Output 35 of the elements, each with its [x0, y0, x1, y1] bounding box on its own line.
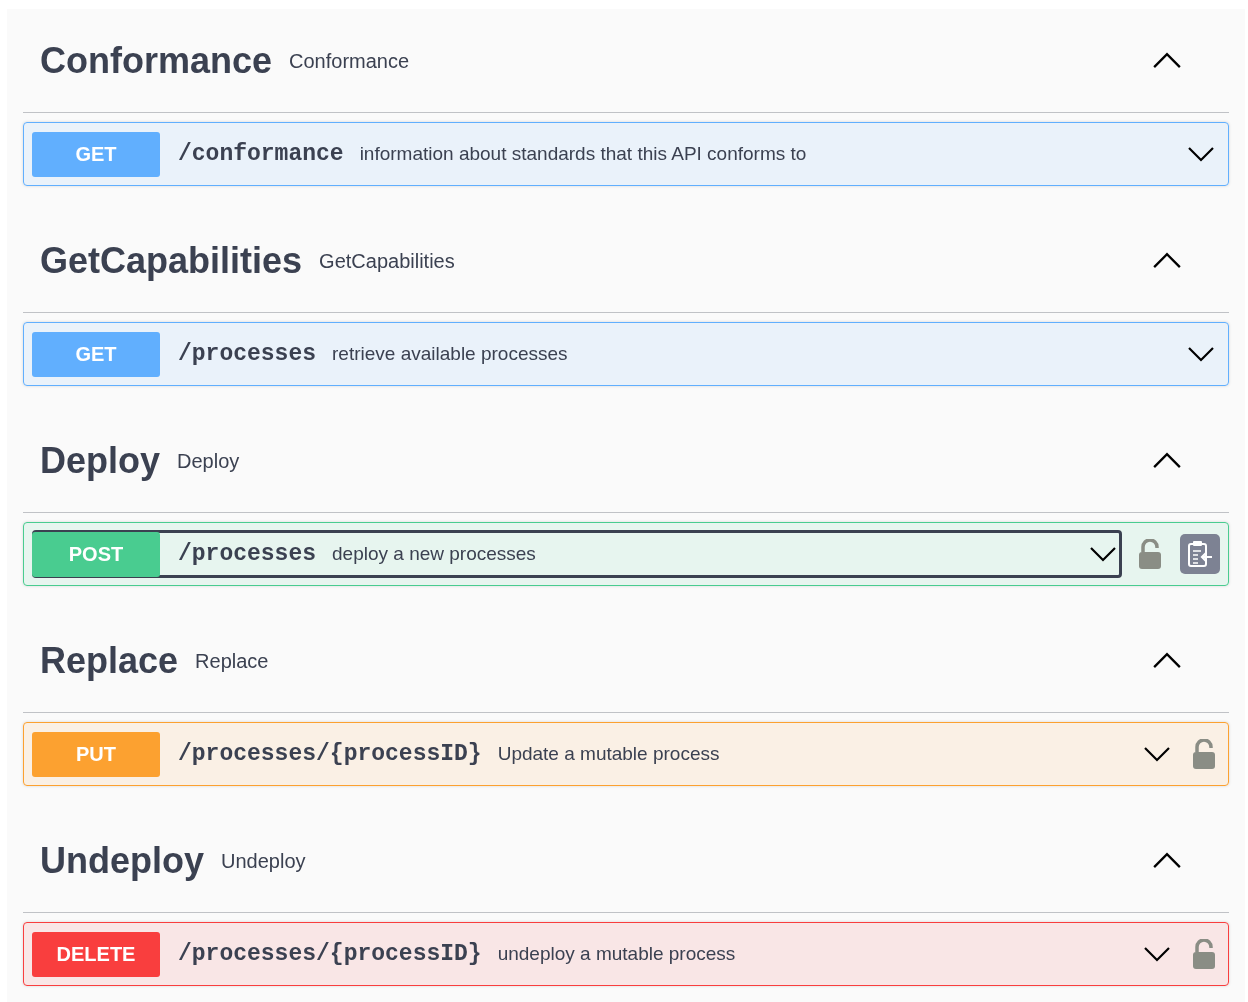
- section-description: Replace: [195, 648, 269, 674]
- section-title[interactable]: Deploy: [40, 433, 161, 488]
- operation-summary-button[interactable]: PUT /processes/{processID} Update a mutable process: [32, 730, 1176, 778]
- endpoint-path: /processes: [178, 539, 317, 569]
- operation-summary-button[interactable]: DELETE /processes/{processID} undeploy a mutable process: [32, 930, 1176, 978]
- endpoint-path: /processes: [178, 339, 317, 369]
- padlock-icon[interactable]: [1138, 539, 1162, 569]
- endpoint-path: /conformance: [178, 139, 344, 169]
- operation-summary: undeploy a mutable process: [497, 941, 736, 966]
- copy-button[interactable]: [1180, 534, 1220, 574]
- padlock-icon[interactable]: [1192, 739, 1216, 769]
- clipboard-icon: [1187, 540, 1213, 568]
- method-badge: PUT: [32, 731, 160, 777]
- section-description: Undeploy: [221, 848, 306, 874]
- endpoint-path: /processes/{processID}: [178, 939, 482, 969]
- method-badge: DELETE: [32, 931, 160, 977]
- section-description: GetCapabilities: [319, 248, 455, 274]
- section-description: Conformance: [289, 48, 410, 74]
- method-badge: POST: [32, 531, 160, 577]
- method-badge: GET: [32, 331, 160, 377]
- method-badge: GET: [32, 131, 160, 177]
- endpoint-path: /processes/{processID}: [178, 739, 482, 769]
- operation-summary: deploy a new processes: [332, 541, 536, 566]
- section-title[interactable]: Replace: [40, 633, 179, 688]
- section-title[interactable]: Undeploy: [40, 833, 204, 888]
- operation-summary: Update a mutable process: [497, 741, 720, 766]
- operation-summary-button[interactable]: GET /conformance information about standards that this API conforms to: [32, 130, 1220, 178]
- operation-summary: information about standards that this API conforms to: [359, 141, 807, 166]
- section-title[interactable]: Conformance: [40, 33, 273, 88]
- operation-summary-button[interactable]: POST /processes deploy a new processes: [32, 530, 1122, 578]
- operation-summary: retrieve available processes: [332, 341, 568, 366]
- operation-summary-button[interactable]: GET /processes retrieve available processes: [32, 330, 1220, 378]
- padlock-icon[interactable]: [1192, 939, 1216, 969]
- section-title[interactable]: GetCapabilities: [40, 233, 303, 288]
- section-description: Deploy: [177, 448, 240, 474]
